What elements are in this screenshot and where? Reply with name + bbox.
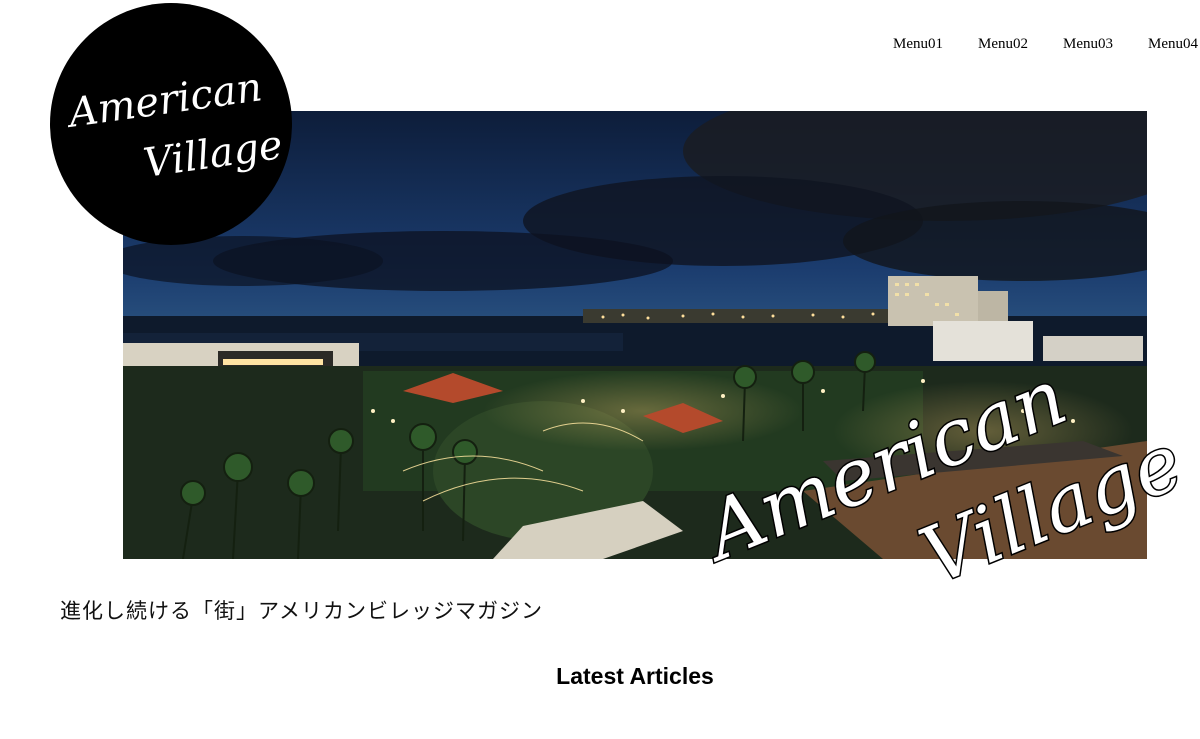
main-nav: Menu01 Menu02 Menu03 Menu04 <box>893 36 1198 53</box>
nav-item-menu01[interactable]: Menu01 <box>893 36 943 53</box>
nav-item-menu04[interactable]: Menu04 <box>1148 36 1198 53</box>
logo-line2: Village <box>141 122 286 187</box>
nav-item-menu03[interactable]: Menu03 <box>1063 36 1113 53</box>
tagline: 進化し続ける「街」アメリカンビレッジマガジン <box>60 599 543 623</box>
site-logo[interactable]: American Village <box>50 3 292 245</box>
logo-line1: American <box>62 64 265 137</box>
logo-script-text: American Village <box>62 64 286 187</box>
latest-articles-heading: Latest Articles <box>556 663 714 689</box>
nav-item-menu02[interactable]: Menu02 <box>978 36 1028 53</box>
